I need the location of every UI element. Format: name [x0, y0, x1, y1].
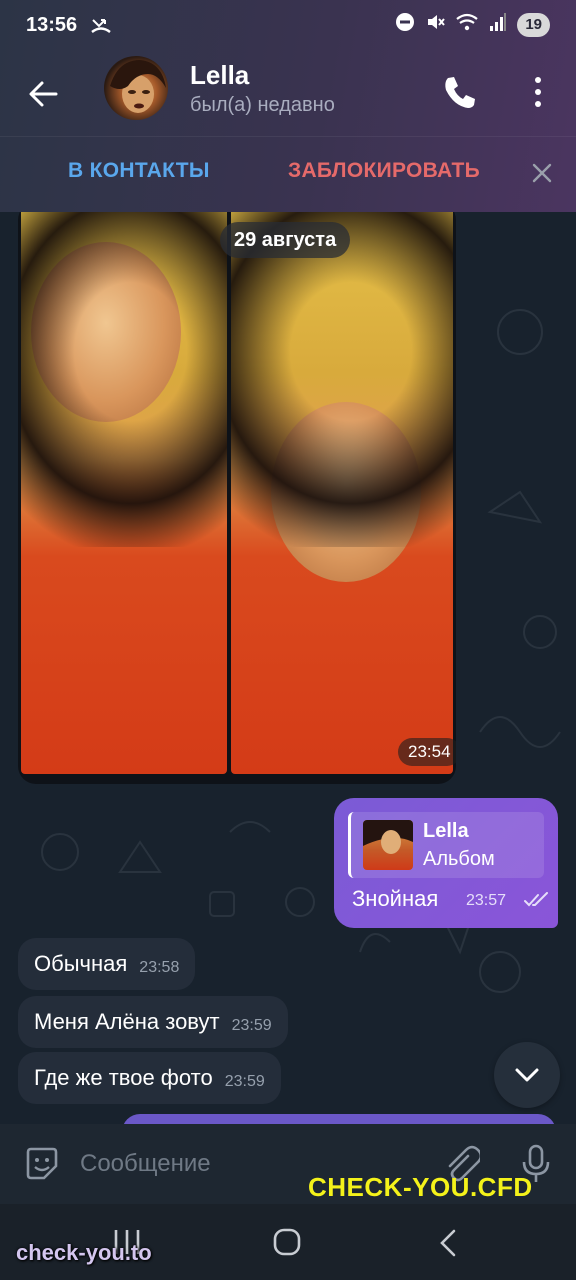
watermark-text: check-you.to	[16, 1240, 152, 1265]
reply-thumbnail	[363, 820, 413, 870]
sticker-button[interactable]	[22, 1144, 62, 1184]
block-user-button[interactable]: ЗАБЛОКИРОВАТЬ	[288, 159, 480, 183]
reply-text: Альбом	[423, 848, 495, 870]
album-timestamp: 23:54	[398, 738, 456, 766]
thumbnail-image	[363, 820, 413, 854]
dnd-icon	[395, 12, 415, 38]
chevron-left-icon	[440, 1229, 456, 1257]
message-text: Обычная	[34, 951, 128, 976]
photo-hair	[231, 212, 453, 547]
photo-album[interactable]: 23:54	[18, 212, 456, 784]
call-button[interactable]	[436, 70, 480, 114]
incoming-message[interactable]: Обычная 23:58	[18, 938, 196, 990]
battery-indicator: 19	[517, 13, 550, 37]
sticker-icon	[26, 1147, 58, 1180]
status-icons: 19	[395, 12, 550, 38]
read-checkmarks-icon	[524, 892, 548, 907]
signal-icon	[489, 12, 507, 38]
date-separator: 29 августа	[220, 222, 351, 258]
chat-header: Lella был(а) недавно	[0, 52, 576, 136]
album-photo[interactable]	[21, 212, 227, 774]
more-options-button[interactable]	[520, 70, 556, 114]
scroll-to-bottom-button[interactable]	[494, 1042, 560, 1108]
status-time: 13:56	[26, 14, 78, 36]
system-nav-bar: check-you.to	[0, 1204, 576, 1280]
outgoing-message[interactable]: Lella Альбом Знойная 23:57	[334, 798, 558, 928]
photo-hair	[21, 212, 227, 547]
home-icon	[273, 1228, 301, 1256]
status-bar: 13:56 19	[0, 0, 576, 52]
chevron-down-icon	[515, 1068, 539, 1082]
more-vertical-icon	[535, 77, 541, 107]
reply-quote[interactable]: Lella Альбом	[348, 812, 544, 878]
message-time: 23:59	[224, 1073, 265, 1090]
watermark-text: CHECK-YOU.CFD	[308, 1172, 533, 1202]
contact-action-bar: В КОНТАКТЫ ЗАБЛОКИРОВАТЬ	[0, 136, 576, 212]
close-bar-button[interactable]	[528, 159, 556, 187]
wifi-icon	[455, 12, 479, 38]
message-time: 23:58	[139, 959, 180, 976]
message-time: 23:57	[466, 892, 507, 909]
contact-name[interactable]: Lella	[190, 60, 249, 91]
close-icon	[532, 163, 552, 183]
message-text: Знойная	[352, 886, 439, 911]
message-text: Где же твое фото	[34, 1065, 213, 1090]
contact-status: был(а) недавно	[190, 94, 335, 116]
mute-icon	[425, 12, 446, 38]
incoming-message[interactable]: Где же твое фото 23:59	[18, 1052, 281, 1104]
album-photo[interactable]	[231, 212, 453, 774]
avatar-image	[110, 60, 166, 113]
avatar[interactable]	[104, 56, 168, 120]
add-to-contacts-button[interactable]: В КОНТАКТЫ	[68, 159, 210, 183]
home-button[interactable]	[273, 1228, 301, 1256]
arrow-left-icon	[29, 81, 58, 107]
phone-icon	[445, 77, 475, 108]
message-text: Меня Алёна зовут	[34, 1009, 220, 1034]
chat-area[interactable]: 23:54 29 августа Lella Альбом Знойная 23…	[0, 212, 576, 1124]
message-time: 23:59	[231, 1017, 272, 1034]
next-message-preview	[122, 1114, 556, 1124]
back-button[interactable]	[22, 72, 66, 116]
reply-author: Lella	[423, 820, 469, 842]
system-back-button[interactable]	[436, 1228, 462, 1258]
incoming-message[interactable]: Меня Алёна зовут 23:59	[18, 996, 288, 1048]
top-area: 13:56 19 Lella был(а) недавно В КОНТАКТЫ…	[0, 0, 576, 212]
missed-call-icon	[90, 14, 112, 42]
